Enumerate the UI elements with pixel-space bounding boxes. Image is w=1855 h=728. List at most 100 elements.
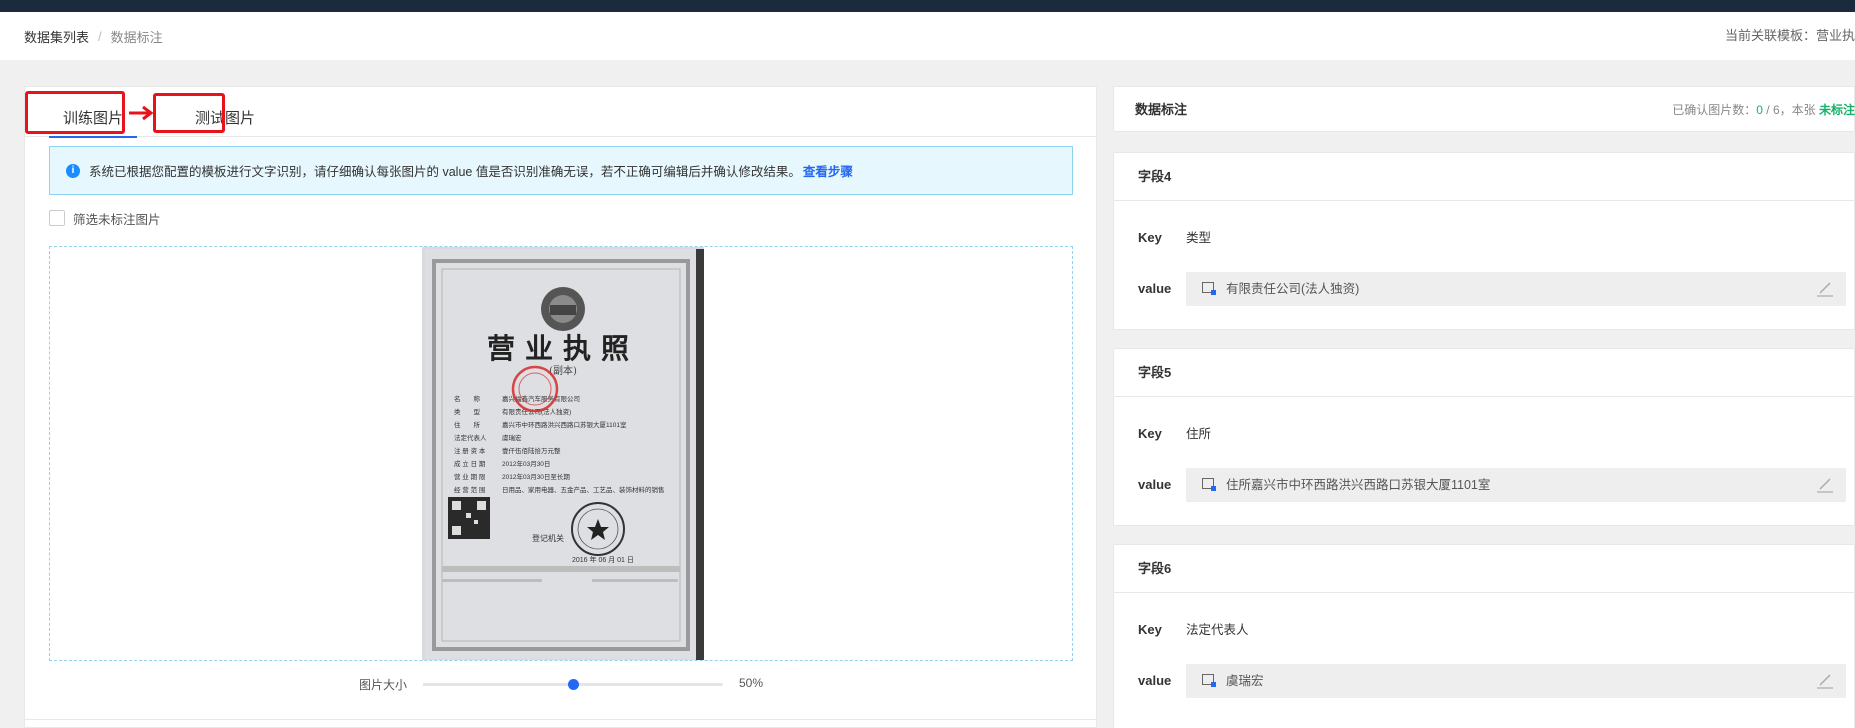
key-text: 法定代表人	[1186, 623, 1249, 637]
value-row: value 住所嘉兴市中环西路洪兴西路口苏银大厦1101室	[1114, 468, 1855, 502]
key-label: Key	[1138, 622, 1162, 637]
key-row: Key 类型	[1114, 221, 1855, 255]
license-field-value: 2012年03月30日至长期	[502, 474, 570, 481]
license-field-row: 营 业 期 限 2012年03月30日至长期	[454, 471, 672, 484]
key-text: 住所	[1186, 427, 1212, 441]
alert-text: 系统已根据您配置的模板进行文字识别，请仔细确认每张图片的 value 值是否识别…	[89, 165, 801, 179]
national-emblem-icon	[541, 287, 585, 331]
filter-checkbox[interactable]	[49, 210, 65, 226]
license-month: 06	[598, 557, 607, 564]
license-field-row: 注 册 资 本 壹仟伍佰陆拾万元整	[454, 445, 672, 458]
license-date: 2016 年 06 月 01 日	[572, 557, 634, 564]
license-field-label: 营 业 期 限	[454, 474, 486, 481]
filter-unlabeled[interactable]: 筛选未标注图片	[49, 208, 161, 228]
info-alert: i 系统已根据您配置的模板进行文字识别，请仔细确认每张图片的 value 值是否…	[49, 146, 1073, 195]
field-name: 字段5	[1114, 349, 1854, 397]
arrow-right-icon	[129, 105, 154, 121]
image-tabs: 训练图片 测试图片	[25, 87, 1098, 138]
value-row: value 虞瑞宏	[1114, 664, 1855, 698]
license-field-label: 法定代表人	[454, 435, 487, 442]
value-label: value	[1138, 477, 1172, 492]
license-field-label: 住 所	[454, 422, 480, 429]
value-field[interactable]: 虞瑞宏	[1186, 664, 1846, 698]
license-field-label: 名 称	[454, 396, 480, 403]
value-label: value	[1138, 281, 1172, 296]
field-name: 字段6	[1114, 545, 1854, 593]
license-field-label: 经 营 范 围	[454, 487, 486, 494]
slider-thumb[interactable]	[568, 679, 579, 690]
value-label: value	[1138, 673, 1172, 688]
image-size-label: 图片大小	[359, 678, 408, 692]
license-issuer: 登记机关	[532, 534, 564, 543]
value-text: 住所嘉兴市中环西路洪兴西路口苏银大厦1101室	[1226, 478, 1491, 492]
key-label: Key	[1138, 230, 1162, 245]
filter-label: 筛选未标注图片	[73, 212, 161, 227]
breadcrumb-current: 数据标注	[110, 29, 163, 45]
template-info: 当前关联模板：营业执	[1724, 28, 1855, 43]
breadcrumb: 数据集列表 / 数据标注 当前关联模板：营业执	[0, 12, 1855, 60]
key-row: Key 法定代表人	[1114, 613, 1855, 647]
value-select-icon[interactable]	[1202, 674, 1216, 687]
annotation-header: 数据标注 已确认图片数：0 / 6，本张 未标注	[1113, 86, 1855, 132]
value-text: 虞瑞宏	[1226, 674, 1264, 688]
status-total-count: 6	[1772, 103, 1780, 117]
license-field-label: 类 型	[454, 409, 480, 416]
divider	[25, 719, 1098, 720]
field-card: 字段5 Key 住所 value 住所嘉兴市中环西路洪兴西路口苏银大厦1101室	[1113, 348, 1855, 526]
edit-pencil-icon[interactable]	[1816, 477, 1834, 493]
status-separator: /	[1762, 103, 1773, 117]
license-field-value: 日用品、家用电器、五金产品、工艺品、装饰材料的销售	[502, 487, 665, 494]
license-field-value: 嘉兴福鑫汽车服务有限公司	[502, 396, 580, 403]
value-field[interactable]: 有限责任公司(法人独资)	[1186, 272, 1846, 306]
license-fields: 名 称 嘉兴福鑫汽车服务有限公司类 型 有限责任公司(法人独资) 住 所 嘉兴市中环西路…	[454, 393, 672, 497]
slider-fill	[423, 683, 573, 686]
status-tag: 未标注	[1818, 103, 1855, 117]
license-field-value: 虞瑞宏	[502, 435, 522, 442]
edit-pencil-icon[interactable]	[1816, 673, 1834, 689]
image-size-value: 50%	[739, 676, 764, 690]
license-field-value: 嘉兴市中环西路洪兴西路口苏银大厦1101室	[502, 422, 627, 429]
key-label: Key	[1138, 426, 1162, 441]
status-confirmed-count: 0	[1756, 103, 1763, 117]
info-icon: i	[66, 163, 80, 178]
license-year: 2016	[572, 557, 588, 564]
key-text: 类型	[1186, 231, 1212, 245]
license-field-row: 名 称 嘉兴福鑫汽车服务有限公司	[454, 393, 672, 406]
breadcrumb-dataset-list[interactable]: 数据集列表	[24, 27, 89, 46]
value-select-icon[interactable]	[1202, 478, 1216, 491]
annotation-status: 已确认图片数：0 / 6，本张 未标注	[1672, 87, 1855, 133]
license-field-row: 经 营 范 围 日用品、家用电器、五金产品、工艺品、装饰材料的销售	[454, 484, 672, 497]
image-size-control: 图片大小 50%	[25, 673, 1098, 695]
annotation-title: 数据标注	[1135, 102, 1188, 117]
license-image: 营业执照 (副本) 名 称 嘉兴福鑫汽车服务有限公司类 型 有限责任公司(法人独资)…	[422, 247, 704, 660]
license-field-label: 注 册 资 本	[454, 448, 486, 455]
top-nav-bar	[0, 0, 1855, 12]
field-card: 字段6 Key 法定代表人 value 虞瑞宏	[1113, 544, 1855, 728]
status-mid: ，本张	[1779, 103, 1819, 117]
breadcrumb-separator: /	[98, 28, 102, 44]
value-field[interactable]: 住所嘉兴市中环西路洪兴西路口苏银大厦1101室	[1186, 468, 1846, 502]
value-select-icon[interactable]	[1202, 282, 1216, 295]
image-canvas[interactable]: 营业执照 (副本) 名 称 嘉兴福鑫汽车服务有限公司类 型 有限责任公司(法人独资)…	[49, 246, 1073, 661]
image-size-slider[interactable]	[423, 679, 723, 690]
license-field-value: 有限责任公司(法人独资)	[502, 409, 572, 416]
value-text: 有限责任公司(法人独资)	[1226, 282, 1360, 296]
license-field-row: 成 立 日 期 2012年03月30日	[454, 458, 672, 471]
field-name: 字段4	[1114, 153, 1854, 201]
license-day: 01	[617, 557, 625, 564]
view-steps-link[interactable]: 查看步骤	[803, 161, 853, 180]
field-card: 字段4 Key 类型 value 有限责任公司(法人独资)	[1113, 152, 1855, 330]
license-title: 营业执照	[486, 332, 639, 365]
tab-train-images[interactable]: 训练图片	[49, 87, 137, 138]
status-prefix: 已确认图片数：	[1672, 103, 1757, 117]
license-field-row: 住 所 嘉兴市中环西路洪兴西路口苏银大厦1101室	[454, 419, 672, 432]
license-field-value: 壹仟伍佰陆拾万元整	[502, 448, 561, 455]
license-field-label: 成 立 日 期	[454, 461, 486, 468]
license-field-row: 法定代表人 虞瑞宏	[454, 432, 672, 445]
key-row: Key 住所	[1114, 417, 1855, 451]
tab-test-images[interactable]: 测试图片	[185, 87, 265, 137]
edit-pencil-icon[interactable]	[1816, 281, 1834, 297]
image-panel: 训练图片 测试图片 i 系统已根据您配置的模板进行文字识别，请仔细确认每张图片的…	[24, 86, 1098, 728]
value-row: value 有限责任公司(法人独资)	[1114, 272, 1855, 306]
license-field-row: 类 型 有限责任公司(法人独资)	[454, 406, 672, 419]
